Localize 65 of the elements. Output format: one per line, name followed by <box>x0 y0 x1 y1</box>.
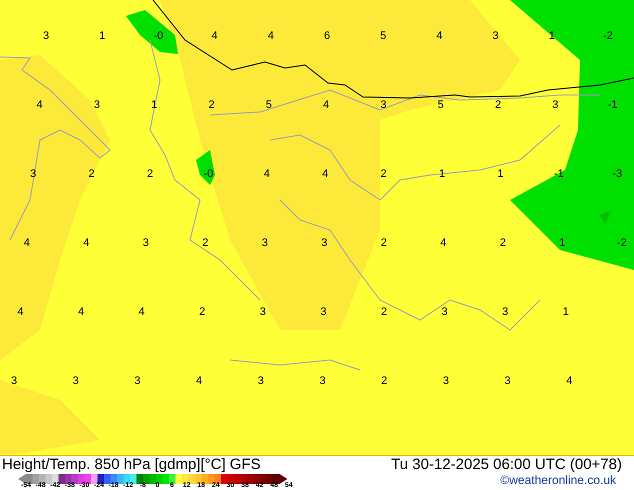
temperature-value: -2 <box>616 238 627 249</box>
temperature-value: 4 <box>78 307 84 318</box>
temperature-value: -3 <box>612 169 622 180</box>
temperature-value: 4 <box>436 31 442 42</box>
temperature-value: 4 <box>24 238 30 249</box>
temperature-value: 3 <box>262 238 268 249</box>
temperature-value: 2 <box>380 238 387 249</box>
temperature-value: -0 <box>204 169 214 180</box>
temperature-value: 3 <box>260 307 266 318</box>
temperature-value: 4 <box>264 169 270 180</box>
temperature-value: -1 <box>608 100 618 111</box>
temperature-value: 1 <box>497 169 504 180</box>
chart-title: Height/Temp. 850 hPa [gdmp][°C] GFS <box>2 456 261 474</box>
temperature-value: 3 <box>94 100 100 111</box>
temperature-value: 4 <box>17 307 24 318</box>
temperature-value: 3 <box>134 376 140 387</box>
temperature-value: 5 <box>438 100 444 111</box>
temperature-value: 2 <box>380 169 387 180</box>
temperature-value: 3 <box>319 376 326 387</box>
temperature-value: 3 <box>142 238 149 249</box>
temperature-value: 3 <box>10 376 18 387</box>
temperature-value: 3 <box>30 169 36 180</box>
temperature-value: 2 <box>146 169 154 180</box>
temperature-value: 2 <box>500 238 506 249</box>
temperature-value: 3 <box>42 31 50 42</box>
temperature-value: 3 <box>502 307 508 318</box>
temperature-value: 4 <box>322 169 328 180</box>
temperature-value: 4 <box>212 31 218 42</box>
temperature-value: 2 <box>202 238 208 249</box>
temperature-value: 4 <box>323 100 330 111</box>
temperature-value: 3 <box>380 100 386 111</box>
temperature-value: 5 <box>266 100 272 111</box>
temperature-value: -2 <box>603 31 613 42</box>
temperature-value: 2 <box>199 307 206 318</box>
temperature-value: 6 <box>324 31 330 42</box>
temperature-value: 3 <box>442 307 448 318</box>
temperature-value: 4 <box>268 31 274 42</box>
temperature-value: 3 <box>492 31 499 42</box>
temperature-value: -0 <box>154 31 164 42</box>
temperature-value: 3 <box>258 376 264 387</box>
temperature-value: 4 <box>138 307 145 318</box>
temperature-value: 3 <box>504 376 511 387</box>
temperature-value: 2 <box>88 169 95 180</box>
temperature-value: 4 <box>83 238 90 249</box>
forecast-datetime: Tu 30-12-2025 06:00 UTC (00+78) <box>391 456 622 474</box>
temperature-value: 1 <box>151 100 158 111</box>
temperature-value: 1 <box>562 307 569 318</box>
temperature-value: 3 <box>72 376 79 387</box>
temperature-value: 3 <box>442 376 449 387</box>
temperature-value: 2 <box>208 100 215 111</box>
temperature-value: 1 <box>438 169 446 180</box>
temperature-value: 3 <box>552 100 558 111</box>
temperature-value: 1 <box>559 238 566 249</box>
temperature-value: 1 <box>99 31 106 42</box>
temperature-value: 4 <box>566 376 572 387</box>
temperature-value: 3 <box>321 238 328 249</box>
temperature-value: 2 <box>380 307 388 318</box>
temperature-value: 4 <box>196 376 202 387</box>
temperature-value: 4 <box>440 238 446 249</box>
temperature-value: 5 <box>380 31 386 42</box>
temperature-value: 2 <box>494 100 502 111</box>
temperature-value: 3 <box>320 307 326 318</box>
copyright-link[interactable]: ©weatheronline.co.uk <box>500 473 616 487</box>
temperature-value: 2 <box>381 376 388 387</box>
temperature-value: 4 <box>36 100 43 111</box>
